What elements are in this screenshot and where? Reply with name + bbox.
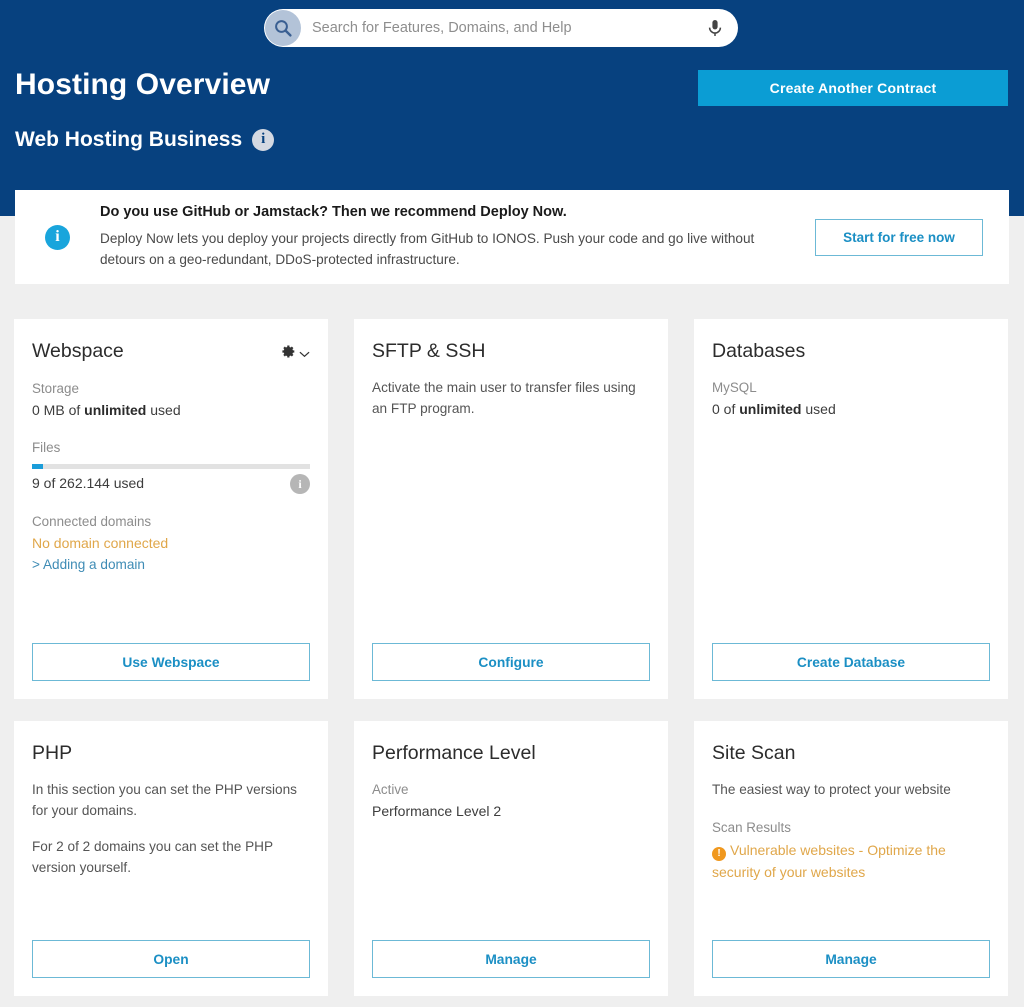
card-body: MySQL 0 of unlimited used — [712, 362, 990, 643]
card-header: SFTP & SSH — [372, 340, 650, 362]
contract-name: Web Hosting Business — [15, 128, 243, 151]
card-databases: Databases MySQL 0 of unlimited used Crea… — [694, 319, 1008, 699]
files-progress-bar — [32, 464, 310, 470]
card-header: Databases — [712, 340, 990, 362]
contract-subtitle-row: Web Hosting Business i — [15, 128, 275, 152]
performance-status-label: Active — [372, 782, 409, 798]
card-site-scan: Site Scan The easiest way to protect you… — [694, 721, 1008, 996]
search-input[interactable] — [301, 20, 700, 36]
scan-results-alert-text: Vulnerable websites - Optimize the secur… — [712, 841, 946, 880]
banner-body-text: Deploy Now lets you deploy your projects… — [100, 231, 755, 267]
adding-a-domain-label: Adding a domain — [42, 556, 145, 572]
card-body: Storage 0 MB of unlimited used Files 9 o… — [32, 363, 310, 643]
storage-value-prefix: 0 MB of — [32, 401, 85, 418]
manage-site-scan-button[interactable]: Manage — [712, 940, 990, 978]
database-type-label: MySQL — [712, 380, 757, 396]
database-usage-value: 0 of unlimited used — [712, 399, 990, 421]
performance-status-value: Performance Level 2 — [372, 803, 502, 820]
card-header: Performance Level — [372, 742, 650, 764]
scan-results-label: Scan Results — [712, 819, 791, 835]
files-label: Files — [32, 440, 61, 456]
banner-headline: Do you use GitHub or Jamstack? Then we r… — [100, 204, 567, 221]
deploy-now-banner: i Do you use GitHub or Jamstack? Then we… — [15, 190, 1009, 284]
card-body: Activate the main user to transfer files… — [372, 362, 650, 643]
page-title: Hosting Overview — [15, 68, 271, 101]
gear-icon — [279, 343, 296, 363]
php-description-2: For 2 of 2 domains you can set the PHP v… — [32, 839, 273, 875]
open-button[interactable]: Open — [32, 940, 310, 978]
storage-value-suffix: used — [146, 401, 181, 418]
configure-button[interactable]: Configure — [372, 643, 650, 681]
scan-results-alert[interactable]: ! Vulnerable websites - Optimize the secu… — [712, 839, 990, 883]
php-description-1: In this section you can set the PHP vers… — [32, 782, 297, 818]
files-usage-row: 9 of 262.144 used i — [32, 473, 310, 495]
database-value-prefix: 0 of — [712, 401, 740, 418]
info-icon: i — [45, 224, 70, 250]
card-header: PHP — [32, 742, 310, 764]
card-performance-level: Performance Level Active Performance Lev… — [354, 721, 668, 996]
adding-a-domain-link[interactable]: > Adding a domain — [32, 557, 310, 572]
banner-text-block: Do you use GitHub or Jamstack? Then we r… — [100, 204, 815, 269]
database-value-limit: unlimited — [739, 401, 802, 418]
info-icon[interactable]: i — [290, 474, 310, 495]
sftp-description: Activate the main user to transfer files… — [372, 380, 636, 416]
card-title: Databases — [712, 340, 806, 362]
card-body: Active Performance Level 2 — [372, 764, 650, 940]
card-sftp-ssh: SFTP & SSH Activate the main user to tra… — [354, 319, 668, 699]
card-title: Site Scan — [712, 742, 796, 764]
webspace-settings-menu-button[interactable] — [279, 341, 310, 363]
card-title: SFTP & SSH — [372, 340, 486, 362]
files-progress-fill — [32, 464, 44, 470]
chevron-right-icon: > — [32, 556, 40, 572]
banner-icon-column: i — [15, 224, 100, 250]
card-title: Performance Level — [372, 742, 536, 764]
card-body: The easiest way to protect your website … — [712, 764, 990, 940]
connected-domains-label: Connected domains — [32, 513, 152, 529]
card-php: PHP In this section you can set the PHP … — [14, 721, 328, 996]
start-for-free-button[interactable]: Start for free now — [815, 218, 983, 256]
card-header: Webspace — [32, 340, 310, 363]
card-title: Webspace — [32, 340, 124, 362]
storage-label: Storage — [32, 381, 79, 396]
database-value-suffix: used — [801, 401, 836, 418]
card-webspace: Webspace Storage 0 MB of unlimited used … — [14, 319, 328, 699]
microphone-icon[interactable] — [700, 13, 730, 43]
warning-icon: ! — [712, 846, 726, 861]
chevron-down-icon — [299, 346, 310, 361]
files-usage-text: 9 of 262.144 used — [32, 475, 145, 492]
manage-performance-button[interactable]: Manage — [372, 940, 650, 978]
connected-domains-value: No domain connected — [32, 534, 169, 551]
create-another-contract-button[interactable]: Create Another Contract — [698, 70, 1008, 106]
use-webspace-button[interactable]: Use Webspace — [32, 643, 310, 681]
search-icon[interactable] — [265, 10, 301, 46]
page-header: Hosting Overview Web Hosting Business i … — [0, 0, 1024, 216]
card-header: Site Scan — [712, 742, 990, 764]
create-database-button[interactable]: Create Database — [712, 643, 990, 681]
card-title: PHP — [32, 742, 73, 764]
storage-value-limit: unlimited — [84, 401, 147, 418]
info-icon[interactable]: i — [252, 129, 275, 151]
card-body: In this section you can set the PHP vers… — [32, 764, 310, 940]
storage-value: 0 MB of unlimited used — [32, 400, 310, 422]
global-search-bar[interactable] — [264, 9, 738, 47]
site-scan-description: The easiest way to protect your website — [712, 782, 951, 798]
feature-card-grid: Webspace Storage 0 MB of unlimited used … — [14, 319, 1010, 996]
